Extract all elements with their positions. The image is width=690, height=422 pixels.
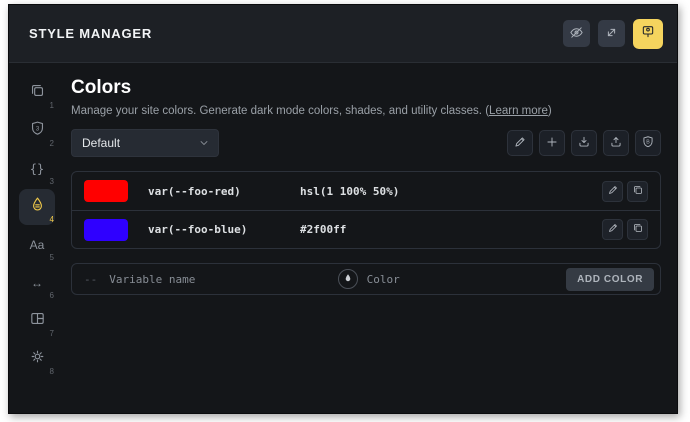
shield-3-icon: 3 bbox=[29, 120, 46, 142]
sidebar-item-number: 3 bbox=[49, 177, 54, 186]
pencil-icon bbox=[607, 222, 619, 237]
sidebar-item-layout[interactable]: 7 bbox=[19, 303, 55, 339]
import-button[interactable] bbox=[571, 130, 597, 156]
droplet-icon bbox=[343, 270, 353, 288]
variable-name: var(--foo-red) bbox=[148, 184, 241, 198]
edit-theme-button[interactable] bbox=[507, 130, 533, 156]
pencil-icon bbox=[607, 184, 619, 199]
copy-color-button[interactable] bbox=[627, 180, 648, 202]
copy-icon bbox=[632, 222, 644, 237]
typography-icon: Aa bbox=[29, 238, 45, 252]
panel-title: STYLE MANAGER bbox=[29, 26, 153, 41]
variable-name-input[interactable] bbox=[109, 272, 338, 286]
add-color-button[interactable]: ADD COLOR bbox=[566, 267, 655, 291]
chevron-down-icon bbox=[198, 137, 210, 149]
droplet-icon bbox=[29, 196, 46, 218]
export-button[interactable] bbox=[603, 130, 629, 156]
sidebar-item-framework[interactable]: 3 2 bbox=[19, 113, 55, 149]
toggle-visibility-button[interactable] bbox=[563, 20, 590, 47]
eye-off-icon bbox=[569, 25, 584, 43]
svg-text:3: 3 bbox=[35, 125, 39, 132]
sidebar-item-number: 6 bbox=[49, 291, 54, 300]
expand-icon bbox=[604, 25, 619, 43]
plus-icon bbox=[545, 135, 559, 152]
panel-body: 1 3 2 {} 3 4 Aa 5 ↔ 6 7 8 Colors Manage … bbox=[9, 63, 677, 413]
color-variables-list: var(--foo-red) hsl(1 100% 50%) var(--foo… bbox=[71, 171, 661, 249]
color-row-red: var(--foo-red) hsl(1 100% 50%) bbox=[72, 172, 660, 210]
style-manager-toggle-button[interactable] bbox=[633, 18, 663, 49]
sidebar-item-number: 8 bbox=[49, 367, 54, 376]
variable-value: #2f00ff bbox=[300, 223, 347, 236]
edit-color-button[interactable] bbox=[602, 180, 623, 202]
main-content: Colors Manage your site colors. Generate… bbox=[67, 63, 677, 413]
add-color-row: -- Color ADD COLOR bbox=[71, 263, 661, 295]
sidebar-item-spacing[interactable]: ↔ 6 bbox=[19, 265, 55, 301]
header-actions bbox=[563, 18, 663, 49]
sidebar-item-themes[interactable]: 1 bbox=[19, 75, 55, 111]
pencil-icon bbox=[513, 135, 527, 152]
sidebar-item-number: 4 bbox=[49, 215, 54, 224]
tool-buttons: B bbox=[507, 130, 661, 156]
copy-color-button[interactable] bbox=[627, 219, 648, 240]
page-description: Manage your site colors. Generate dark m… bbox=[71, 105, 661, 117]
sidebar-item-typography[interactable]: Aa 5 bbox=[19, 227, 55, 263]
fullscreen-button[interactable] bbox=[598, 20, 625, 47]
sidebar-item-number: 7 bbox=[49, 329, 54, 338]
page-title: Colors bbox=[71, 77, 132, 98]
import-icon bbox=[577, 135, 591, 152]
brush-icon bbox=[640, 24, 656, 43]
export-icon bbox=[609, 135, 623, 152]
color-placeholder: Color bbox=[366, 272, 400, 286]
layers-copy-icon bbox=[29, 82, 46, 104]
sidebar-item-variables[interactable]: {} 3 bbox=[19, 151, 55, 187]
description-text: Manage your site colors. Generate dark m… bbox=[71, 105, 490, 117]
style-manager-panel: STYLE MANAGER 1 3 2 {} 3 4 Aa 5 ↔ 6 7 8 … bbox=[8, 4, 678, 414]
svg-text:B: B bbox=[646, 139, 650, 145]
theme-select[interactable]: Default bbox=[71, 129, 219, 157]
row-actions bbox=[602, 180, 648, 202]
spacing-icon: ↔ bbox=[31, 276, 43, 290]
description-suffix: ) bbox=[547, 105, 552, 117]
sidebar-item-number: 5 bbox=[49, 253, 54, 262]
row-actions bbox=[602, 219, 648, 240]
sidebar-item-number: 1 bbox=[49, 101, 54, 110]
color-picker-circle[interactable] bbox=[337, 269, 358, 289]
variable-prefix: -- bbox=[84, 272, 98, 286]
framework-shield-button[interactable]: B bbox=[635, 130, 661, 156]
theme-select-value: Default bbox=[82, 136, 121, 150]
shield-icon: B bbox=[641, 135, 655, 152]
copy-icon bbox=[632, 184, 644, 199]
learn-more-link[interactable]: Learn more bbox=[489, 105, 548, 117]
add-theme-button[interactable] bbox=[539, 130, 565, 156]
color-picker-field[interactable]: Color bbox=[337, 269, 566, 289]
color-swatch[interactable] bbox=[84, 180, 128, 202]
sidebar-item-number: 2 bbox=[49, 139, 54, 148]
variable-value: hsl(1 100% 50%) bbox=[300, 184, 400, 198]
sidebar-item-settings[interactable]: 8 bbox=[19, 341, 55, 377]
sidebar-item-colors[interactable]: 4 bbox=[19, 189, 55, 225]
color-row-blue: var(--foo-blue) #2f00ff bbox=[72, 210, 660, 248]
braces-icon: {} bbox=[29, 162, 45, 176]
edit-color-button[interactable] bbox=[602, 219, 623, 240]
toolbar-row: Default B bbox=[71, 129, 661, 157]
color-swatch[interactable] bbox=[84, 218, 128, 241]
variable-name: var(--foo-blue) bbox=[148, 223, 248, 236]
gear-icon bbox=[29, 348, 46, 370]
grid-icon bbox=[29, 310, 46, 332]
sidebar: 1 3 2 {} 3 4 Aa 5 ↔ 6 7 8 bbox=[9, 63, 67, 413]
panel-header: STYLE MANAGER bbox=[9, 5, 677, 63]
